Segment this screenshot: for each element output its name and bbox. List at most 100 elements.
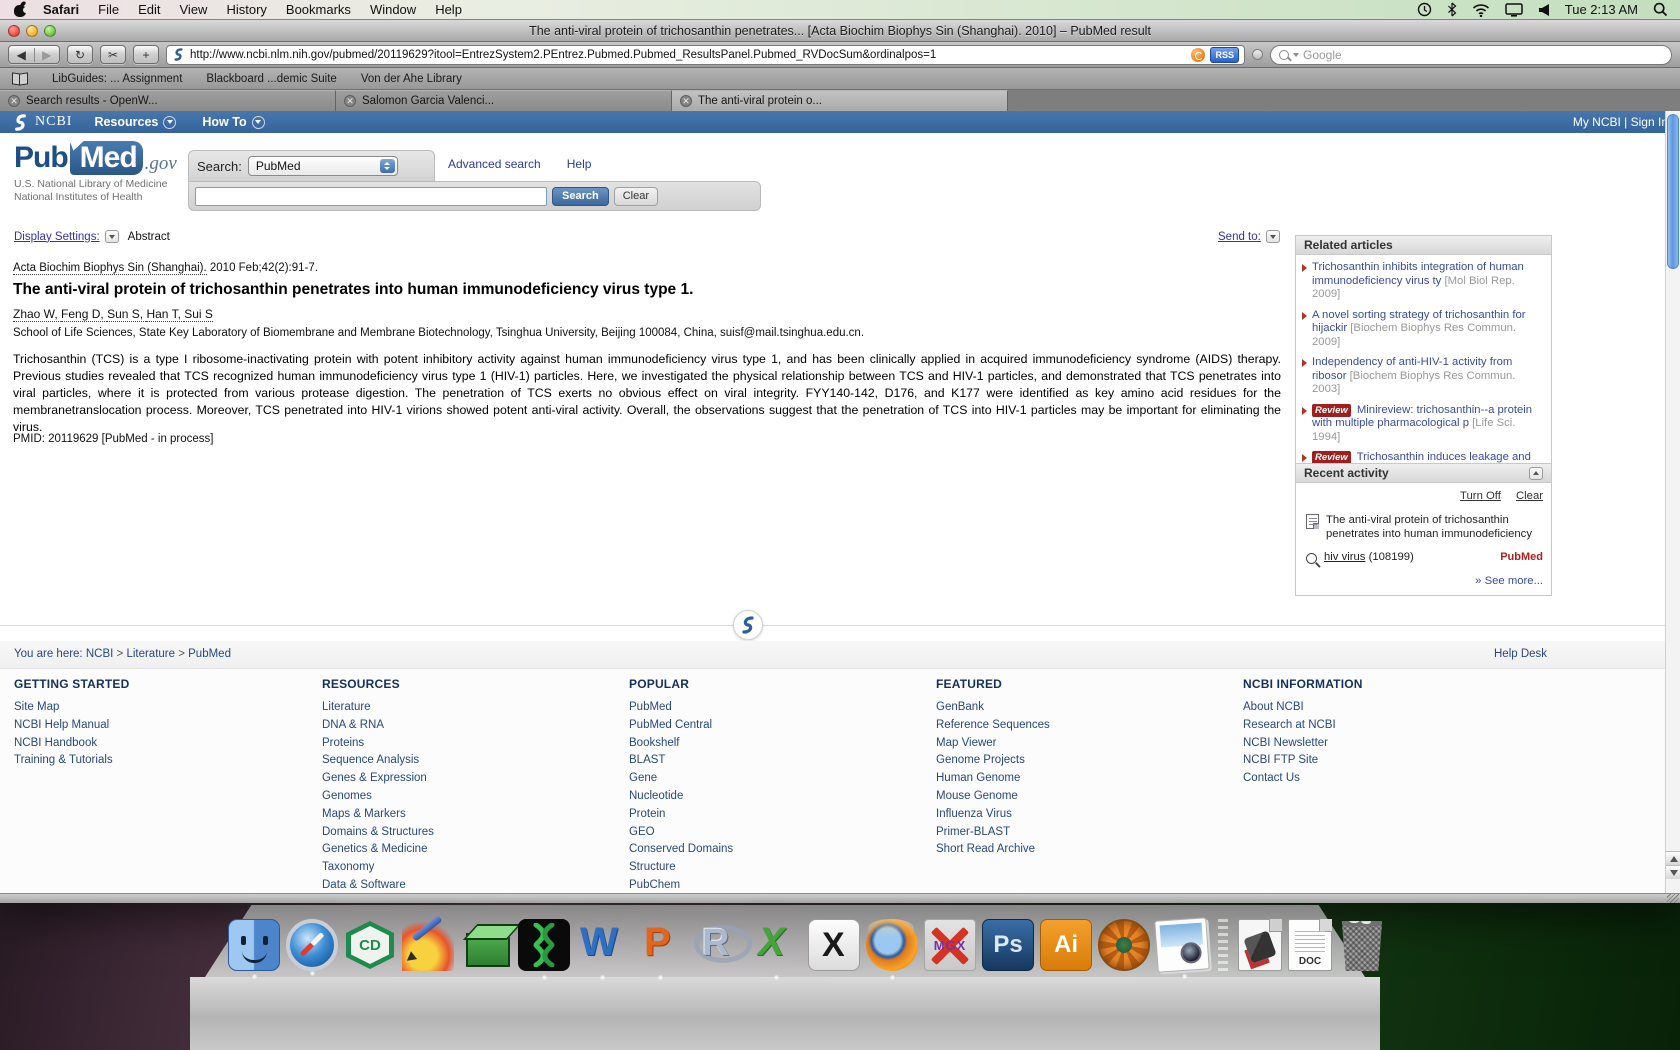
- menu-file[interactable]: File: [98, 2, 119, 17]
- footer-link[interactable]: Human Genome: [936, 770, 1226, 788]
- see-more-link[interactable]: » See more...: [1475, 575, 1543, 587]
- zip-document-icon[interactable]: [1238, 919, 1282, 971]
- drawing-pen-icon[interactable]: [402, 919, 454, 971]
- footer-link[interactable]: PubChem: [629, 877, 919, 893]
- ncbi-brand[interactable]: NCBI: [35, 114, 72, 130]
- footer-link[interactable]: NCBI Handbook: [14, 735, 304, 753]
- footer-link[interactable]: Short Read Archive: [936, 841, 1226, 859]
- database-select[interactable]: PubMed: [248, 156, 398, 176]
- web-clip-button[interactable]: ✂: [100, 45, 126, 64]
- powerpoint-icon[interactable]: P: [634, 919, 686, 971]
- iphoto-icon[interactable]: [1154, 917, 1210, 973]
- ncbi-logo-icon[interactable]: [12, 114, 29, 131]
- help-link[interactable]: Help: [567, 157, 592, 171]
- footer-link[interactable]: Primer-BLAST: [936, 824, 1226, 842]
- footer-link[interactable]: Map Viewer: [936, 735, 1226, 753]
- journal-name[interactable]: Acta Biochim Biophys Sin (Shanghai).: [13, 262, 207, 275]
- footer-link[interactable]: Bookshelf: [629, 735, 919, 753]
- tab-close-icon[interactable]: ✕: [8, 95, 20, 107]
- bookmarks-book-icon[interactable]: [12, 73, 28, 84]
- chem3d-cube-icon[interactable]: [460, 919, 512, 971]
- bookmark-blackboard[interactable]: Blackboard ...demic Suite: [206, 73, 336, 85]
- collapse-panel-icon[interactable]: [1529, 467, 1543, 480]
- footer-link[interactable]: NCBI Help Manual: [14, 717, 304, 735]
- crumb-pubmed[interactable]: PubMed: [188, 648, 231, 660]
- footer-link[interactable]: Structure: [629, 859, 919, 877]
- wifi-icon[interactable]: [1472, 3, 1490, 17]
- bookmark-library[interactable]: Von der Ahe Library: [361, 73, 462, 85]
- footer-link[interactable]: Mouse Genome: [936, 788, 1226, 806]
- doc-document-icon[interactable]: DOC: [1288, 919, 1332, 971]
- footer-link[interactable]: Data & Software: [322, 877, 612, 893]
- clear-button[interactable]: Clear: [614, 187, 658, 206]
- display-settings-chevron-icon[interactable]: [105, 230, 119, 243]
- menu-bookmarks[interactable]: Bookmarks: [286, 2, 351, 17]
- r-project-icon[interactable]: R: [692, 919, 744, 971]
- tab-salomon-garcia[interactable]: ✕ Salomon Garcia Valenci...: [336, 90, 672, 111]
- send-to-link[interactable]: Send to:: [1218, 231, 1261, 243]
- spotlight-icon[interactable]: [1653, 2, 1668, 17]
- crumb-ncbi[interactable]: NCBI: [86, 648, 127, 660]
- footer-link[interactable]: Nucleotide: [629, 788, 919, 806]
- snapback-icon[interactable]: [1191, 48, 1205, 62]
- scroll-down-arrow[interactable]: [1666, 865, 1680, 879]
- firefox-icon[interactable]: [866, 919, 918, 971]
- add-bookmark-button[interactable]: +: [133, 45, 159, 64]
- footer-link[interactable]: Genetics & Medicine: [322, 841, 612, 859]
- time-machine-icon[interactable]: [1417, 2, 1432, 17]
- footer-link[interactable]: GEO: [629, 824, 919, 842]
- back-button[interactable]: ◀: [9, 48, 34, 62]
- turn-off-link[interactable]: Turn Off: [1460, 490, 1501, 502]
- bluetooth-icon[interactable]: [1447, 2, 1457, 17]
- title-bar[interactable]: The anti-viral protein of trichosanthin …: [0, 20, 1680, 42]
- zoom-window-button[interactable]: [44, 25, 56, 37]
- menu-window[interactable]: Window: [370, 2, 416, 17]
- x11-icon[interactable]: X: [808, 919, 860, 971]
- hiv-virus-link[interactable]: hiv virus: [1324, 551, 1365, 563]
- excel-icon[interactable]: X: [750, 919, 802, 971]
- footer-link[interactable]: Research at NCBI: [1243, 717, 1533, 735]
- footer-link[interactable]: About NCBI: [1243, 699, 1533, 717]
- apple-menu-icon[interactable]: [14, 3, 27, 17]
- author-list[interactable]: Zhao WFeng DSun SHan TSui S: [13, 307, 213, 321]
- finder-icon[interactable]: [228, 919, 280, 971]
- resize-grip[interactable]: [1667, 894, 1679, 903]
- footer-link[interactable]: PubMed: [629, 699, 919, 717]
- footer-link[interactable]: PubMed Central: [629, 717, 919, 735]
- bookmark-libguides[interactable]: LibGuides: ... Assignment: [52, 73, 182, 85]
- vertical-scrollbar[interactable]: [1665, 111, 1680, 893]
- footer-link[interactable]: Maps & Markers: [322, 806, 612, 824]
- volume-icon[interactable]: [1538, 3, 1550, 17]
- advanced-search-link[interactable]: Advanced search: [448, 157, 541, 171]
- footer-link[interactable]: Training & Tutorials: [14, 752, 304, 770]
- illustrator-icon[interactable]: Ai: [1040, 919, 1092, 971]
- footer-link[interactable]: BLAST: [629, 752, 919, 770]
- footer-link[interactable]: Taxonomy: [322, 859, 612, 877]
- safari-icon[interactable]: [286, 919, 338, 971]
- close-window-button[interactable]: [8, 25, 20, 37]
- my-ncbi-sign-in[interactable]: My NCBI | Sign In: [1573, 115, 1668, 129]
- address-bar[interactable]: RSS: [166, 45, 1245, 65]
- resources-menu[interactable]: Resources: [94, 115, 176, 129]
- footer-link[interactable]: Protein: [629, 806, 919, 824]
- footer-link[interactable]: GenBank: [936, 699, 1226, 717]
- footer-link[interactable]: Domains & Structures: [322, 824, 612, 842]
- footer-link[interactable]: Contact Us: [1243, 770, 1533, 788]
- recent-activity-item[interactable]: The anti-viral protein of trichosanthin …: [1296, 504, 1551, 541]
- footer-link[interactable]: Genomes: [322, 788, 612, 806]
- photoshop-icon[interactable]: Ps: [982, 919, 1034, 971]
- display-settings-link[interactable]: Display Settings:: [14, 231, 100, 243]
- menu-edit[interactable]: Edit: [138, 2, 160, 17]
- rss-badge[interactable]: RSS: [1210, 47, 1239, 63]
- menu-clock[interactable]: Tue 2:13 AM: [1565, 2, 1638, 17]
- reload-button[interactable]: ↻: [67, 45, 93, 64]
- help-desk-link[interactable]: Help Desk: [1494, 648, 1547, 660]
- forward-button[interactable]: ▶: [34, 48, 60, 62]
- scroll-up-arrow[interactable]: [1666, 851, 1680, 865]
- footer-link[interactable]: Literature: [322, 699, 612, 717]
- footer-link[interactable]: Sequence Analysis: [322, 752, 612, 770]
- google-search-field[interactable]: Google: [1270, 45, 1672, 65]
- search-button[interactable]: Search: [552, 187, 609, 206]
- search-engine-chevron-icon[interactable]: [1293, 53, 1299, 57]
- scrollbar-thumb[interactable]: [1667, 114, 1679, 269]
